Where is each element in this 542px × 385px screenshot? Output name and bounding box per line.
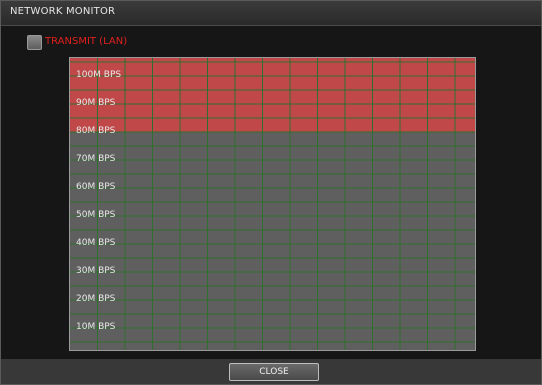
bandwidth-chart-plot <box>70 58 475 350</box>
y-tick-label: 10M BPS <box>76 322 116 332</box>
transmit-lan-checkbox[interactable] <box>27 35 42 50</box>
y-tick-label: 100M BPS <box>76 70 122 80</box>
y-tick-label: 80M BPS <box>76 126 116 136</box>
footer-bar: CLOSE <box>1 359 541 384</box>
y-tick-label: 90M BPS <box>76 98 116 108</box>
y-tick-label: 20M BPS <box>76 294 116 304</box>
y-tick-label: 50M BPS <box>76 210 116 220</box>
close-button[interactable]: CLOSE <box>229 363 319 381</box>
y-tick-label: 30M BPS <box>76 266 116 276</box>
y-tick-label: 70M BPS <box>76 154 116 164</box>
window-title: NETWORK MONITOR <box>10 6 116 17</box>
bandwidth-chart: 100M BPS 90M BPS 80M BPS 70M BPS 60M BPS 50M … <box>69 57 476 351</box>
transmit-lan-label: TRANSMIT (LAN) <box>45 36 128 47</box>
network-monitor-window: NETWORK MONITOR TRANSMIT (LAN) 100M BPS 9… <box>0 0 542 385</box>
title-bar: NETWORK MONITOR <box>1 1 541 26</box>
y-tick-label: 60M BPS <box>76 182 116 192</box>
y-tick-label: 40M BPS <box>76 238 116 248</box>
highlighted-band <box>70 58 475 132</box>
